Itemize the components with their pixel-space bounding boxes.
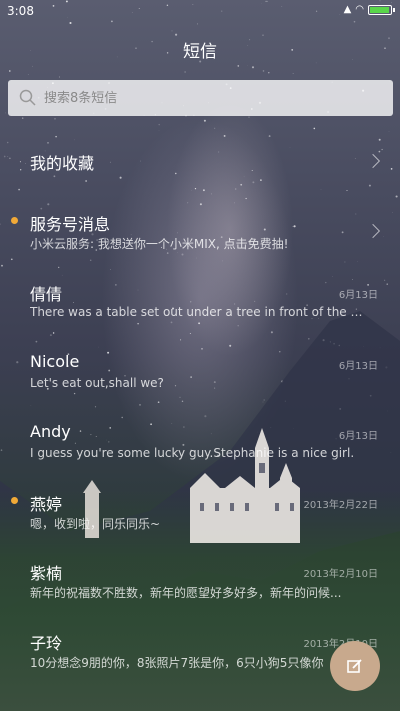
star [292,73,294,75]
star [262,34,264,36]
star [8,70,11,72]
star [58,76,60,78]
message-date: 6月13日 [338,290,378,301]
star [22,117,24,119]
list-item-conversation[interactable]: 燕婷 嗯，收到啦，同乐同乐~ 2013年2月22日 [0,482,400,552]
message-date: 6月13日 [338,431,378,442]
contact-name: 倩倩 [30,285,63,304]
star [245,197,247,200]
service-name: 服务号消息 [30,215,111,234]
star [171,30,173,32]
message-date: 2013年2月10日 [303,569,378,580]
signal-icon: ▲ [343,4,352,15]
star [268,72,270,74]
status-icons: ▲ ◠ [343,4,395,15]
battery-icon [368,4,395,15]
message-date: 6月13日 [338,361,378,372]
star [27,74,29,75]
star [237,65,240,67]
star [5,112,6,114]
star [54,117,56,120]
star [158,123,160,126]
message-preview: There was a table set out under a tree i… [30,305,370,319]
list-item-conversation[interactable]: Andy I guess you're some lucky guy.Steph… [0,412,400,482]
star [262,70,265,72]
list-item-service-messages[interactable]: 服务号消息 小米云服务: 我想送你一个小米MIX, 点击免费抽! [0,200,400,270]
star [251,66,255,69]
star [248,116,250,118]
search-icon [18,88,38,108]
status-time: 3:08 [7,4,34,18]
compose-icon [347,659,362,673]
message-preview: 新年的祝福数不胜数，新年的愿望好多好多，新年的问候... [30,586,342,600]
unread-dot [11,217,18,224]
service-preview: 小米云服务: 我想送你一个小米MIX, 点击免费抽! [30,237,289,251]
message-date: 2013年2月22日 [303,500,378,511]
unread-dot [11,497,18,504]
contact-name: Nicole [30,352,80,371]
list-item-conversation[interactable]: 紫楠 新年的祝福数不胜数，新年的愿望好多好多，新年的问候... 2013年2月1… [0,553,400,623]
message-preview: Let's eat out,shall we? [30,376,164,390]
search-bar[interactable] [8,80,393,116]
star [32,65,34,67]
contact-name: 子玲 [30,634,63,653]
wifi-icon: ◠ [355,4,364,15]
star [184,71,186,73]
star [315,62,317,64]
contact-name: 燕婷 [30,495,63,514]
search-input[interactable] [44,80,393,116]
message-preview: 嗯，收到啦，同乐同乐~ [30,517,161,531]
message-preview: 10分想念9朋的你，8张照片7张是你，6只小狗5只像你 [30,656,324,670]
page-title: 短信 [183,42,217,62]
message-preview: I guess you're some lucky guy.Stephanie … [30,446,355,460]
status-bar: 3:08 ▲ ◠ [0,0,400,24]
list-item-favorites[interactable]: 我的收藏 [0,128,400,198]
list-item-conversation[interactable]: Nicole Let's eat out,shall we? 6月13日 [0,341,400,411]
battery-level-fill [370,6,389,13]
contact-name: Andy [30,422,71,441]
star [175,33,178,36]
favorites-label: 我的收藏 [30,154,95,173]
chevron-right-icon [365,153,381,169]
star [203,119,206,122]
list-item-conversation[interactable]: 倩倩 There was a table set out under a tre… [0,270,400,340]
compose-button[interactable] [330,641,380,691]
contact-name: 紫楠 [30,564,63,583]
